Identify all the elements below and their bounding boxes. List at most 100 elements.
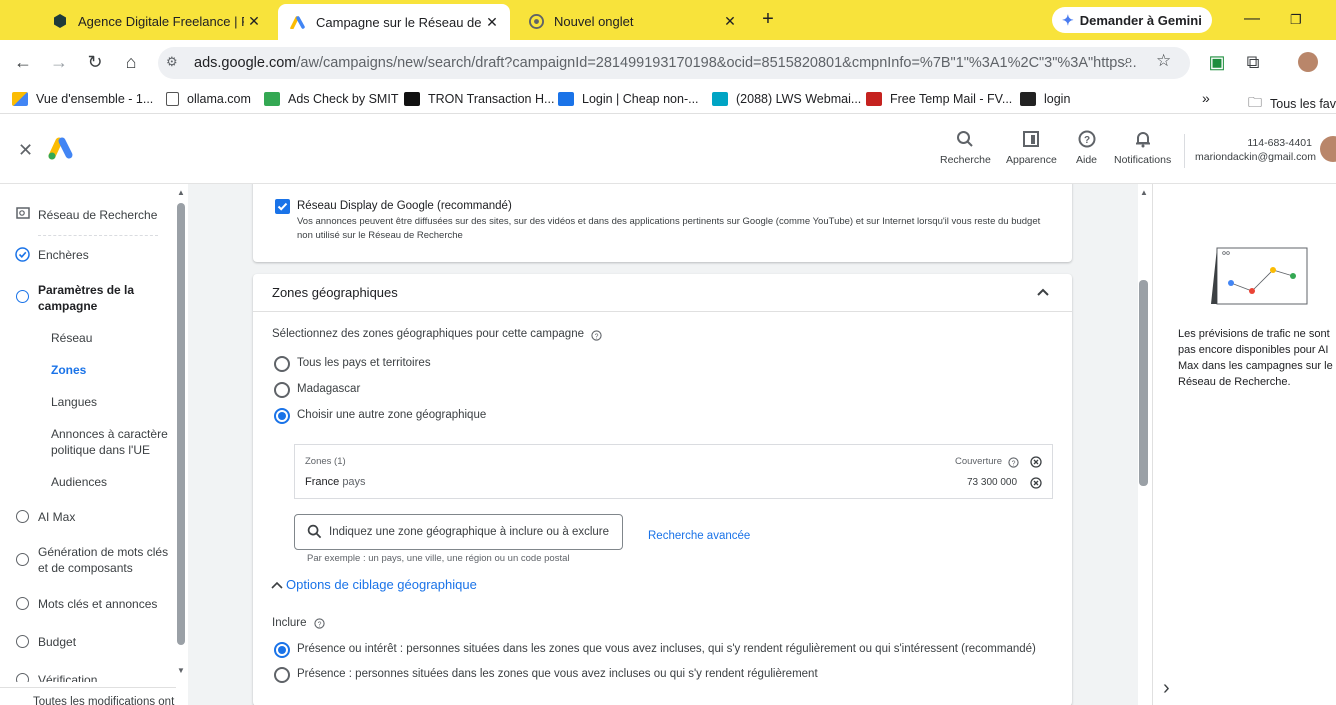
- bookmark-item[interactable]: ollama.com: [166, 92, 251, 106]
- zoom-search-icon[interactable]: ⌕: [1124, 52, 1133, 70]
- bookmark-item[interactable]: Ads Check by SMIT: [264, 92, 398, 106]
- bookmark-item[interactable]: Free Temp Mail - FV...: [866, 92, 1012, 106]
- notifications-label: Notifications: [1114, 154, 1172, 166]
- remove-all-icon[interactable]: [1030, 455, 1042, 473]
- zone-name: France: [305, 476, 340, 488]
- tab-title: Campagne sur le Réseau de Rec: [316, 14, 482, 30]
- geo-targeting-options-toggle[interactable]: Options de ciblage géographique: [270, 577, 477, 592]
- chevron-up-icon[interactable]: [1035, 284, 1051, 305]
- help-circle-icon[interactable]: ?: [591, 328, 602, 346]
- bookmark-label: ollama.com: [187, 92, 251, 106]
- hexagon-favicon-icon: [52, 13, 68, 29]
- sidebar-subitem-zones[interactable]: Zones: [51, 362, 171, 378]
- expand-panel-chevron-icon[interactable]: ›: [1163, 677, 1170, 700]
- forecast-unavailable-text: Les prévisions de trafic ne sont pas enc…: [1178, 328, 1333, 388]
- sidebar-item-label: Génération de mots clés et de composants: [38, 545, 169, 575]
- folder-icon: 🗀: [1248, 94, 1262, 110]
- tab-campagne[interactable]: Campagne sur le Réseau de Rec ✕: [278, 4, 510, 40]
- gemini-sparkle-icon: ✦: [1062, 11, 1074, 28]
- radio-label: Madagascar: [297, 383, 361, 395]
- sidebar-scroll-thumb[interactable]: [177, 203, 185, 645]
- bookmarks-bar: Vue d'ensemble - 1... ollama.com Ads Che…: [0, 86, 1336, 114]
- scroll-up-icon[interactable]: ▲: [177, 188, 185, 197]
- include-help-icon[interactable]: ?: [314, 616, 325, 634]
- bookmark-item[interactable]: (2088) LWS Webmai...: [712, 92, 861, 106]
- radio-label: Présence : personnes situées dans les zo…: [297, 668, 818, 680]
- bell-icon: [1134, 130, 1152, 154]
- radio-label: Choisir une autre zone géographique: [297, 409, 487, 421]
- home-icon[interactable]: ⌂: [120, 52, 142, 73]
- radio-other-zone[interactable]: [274, 408, 290, 424]
- chrome-favicon-icon: [528, 13, 544, 29]
- tab-agence[interactable]: Agence Digitale Freelance | Ray ✕: [40, 6, 272, 36]
- tab-title: Nouvel onglet: [554, 13, 634, 29]
- help-button[interactable]: ? Aide: [1076, 130, 1097, 166]
- tab-close-icon[interactable]: ✕: [244, 13, 264, 30]
- scroll-up-icon[interactable]: ▲: [1140, 188, 1148, 197]
- bookmark-item[interactable]: Login | Cheap non-...: [558, 92, 699, 106]
- tab-nouvel-onglet[interactable]: Nouvel onglet ✕: [516, 6, 748, 36]
- smit-icon: [264, 92, 280, 106]
- sidebar-subitem-languages[interactable]: Langues: [51, 394, 171, 410]
- zone-search-input[interactable]: Indiquez une zone géographique à inclure…: [294, 514, 623, 550]
- help-label: Aide: [1076, 154, 1098, 166]
- radio-presence-interest[interactable]: [274, 642, 290, 658]
- svg-text:?: ?: [1012, 460, 1016, 467]
- svg-text:?: ?: [318, 621, 322, 628]
- sidebar-subitem-eu-political-ads[interactable]: Annonces à caractère politique dans l'UE: [51, 426, 169, 458]
- tab-close-icon[interactable]: ✕: [482, 14, 502, 31]
- close-editor-button[interactable]: ✕: [18, 140, 33, 161]
- address-bar[interactable]: ⚙ ads.google.com/aw/campaigns/new/search…: [158, 47, 1190, 79]
- sms-icon: [558, 92, 574, 106]
- scroll-down-icon[interactable]: ▼: [177, 666, 185, 675]
- notifications-button[interactable]: Notifications: [1114, 130, 1171, 166]
- minimize-icon[interactable]: —: [1244, 10, 1260, 28]
- appearance-button[interactable]: Apparence: [1006, 130, 1057, 166]
- advanced-search-link[interactable]: Recherche avancée: [648, 530, 750, 542]
- sidebar-item-label: Budget: [38, 635, 77, 649]
- account-info[interactable]: 114-683-4401 mariondackin@gmail.com: [1195, 136, 1316, 164]
- bookmark-star-icon[interactable]: ☆: [1156, 51, 1171, 71]
- main-scroll-thumb[interactable]: [1139, 280, 1148, 486]
- remove-zone-icon[interactable]: [1030, 476, 1042, 494]
- include-label: Inclure: [272, 617, 307, 629]
- step-circle-icon: [16, 510, 29, 523]
- radio-all-countries[interactable]: [274, 356, 290, 372]
- tab-close-icon[interactable]: ✕: [720, 13, 740, 30]
- new-tab-button[interactable]: +: [758, 8, 778, 31]
- display-network-checkbox[interactable]: [275, 199, 290, 214]
- sidebar-subitem-audiences[interactable]: Audiences: [51, 474, 171, 490]
- card-divider: [253, 311, 1072, 312]
- search-button[interactable]: Recherche: [940, 130, 991, 166]
- bookmarks-overflow-button[interactable]: »: [1202, 90, 1210, 106]
- forward-arrow-icon[interactable]: →: [48, 52, 70, 73]
- sidebar-item-label: Réseau de Recherche: [38, 208, 158, 222]
- profile-avatar[interactable]: [1298, 52, 1318, 72]
- bookmark-item[interactable]: login: [1020, 92, 1070, 106]
- step-circle-icon: [16, 635, 29, 648]
- extension-sheets-icon[interactable]: ▣: [1206, 52, 1228, 73]
- radio-presence[interactable]: [274, 667, 290, 683]
- bookmarks-folder[interactable]: 🗀 Tous les favo: [1248, 92, 1336, 116]
- bookmark-label: Vue d'ensemble - 1...: [36, 92, 154, 106]
- search-placeholder: Indiquez une zone géographique à inclure…: [329, 526, 610, 538]
- restore-icon[interactable]: ❐: [1290, 12, 1302, 28]
- bookmark-item[interactable]: Vue d'ensemble - 1...: [12, 92, 153, 106]
- bookmark-item[interactable]: TRON Transaction H...: [404, 92, 554, 106]
- reload-icon[interactable]: ↻: [84, 52, 106, 73]
- site-info-icon[interactable]: ⚙: [166, 54, 178, 70]
- sidebar-subitem-network[interactable]: Réseau: [51, 330, 171, 346]
- radio-madagascar[interactable]: [274, 382, 290, 398]
- coverage-help-icon[interactable]: ?: [1008, 455, 1019, 473]
- check-icon: [277, 202, 288, 211]
- gemini-button[interactable]: ✦ Demander à Gemini: [1052, 7, 1212, 33]
- sidebar-item-review[interactable]: Vérification: [0, 672, 170, 682]
- extensions-puzzle-icon[interactable]: ⧉: [1242, 52, 1264, 73]
- google-ads-favicon-icon: [290, 14, 306, 30]
- url-path: /aw/campaigns/new/search/draft?campaignI…: [296, 55, 1137, 71]
- step-circle-icon: [16, 553, 29, 566]
- step-circle-icon: [16, 290, 29, 303]
- back-arrow-icon[interactable]: ←: [12, 52, 34, 73]
- ads-header: ✕ Recherche Apparence ? Aide Notificatio…: [0, 120, 1336, 184]
- save-status-text: Toutes les modifications ont é: [33, 696, 176, 705]
